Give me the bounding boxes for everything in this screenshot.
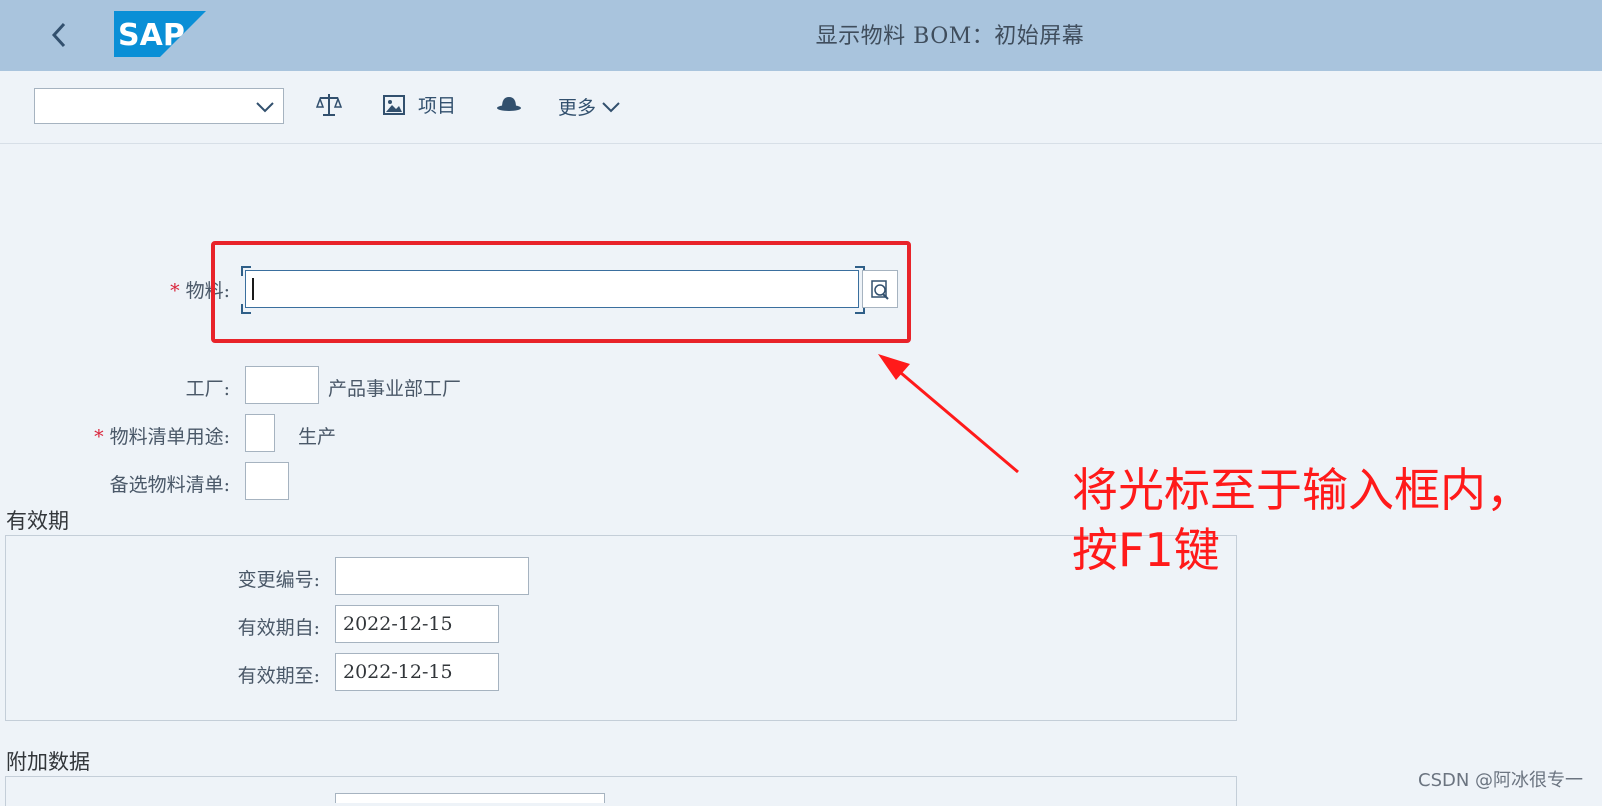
validity-group-title: 有效期 [6,509,69,533]
valid-from-value: 2022-12-15 [343,613,453,635]
annotation-line-2: 按F1键 [1072,523,1220,577]
balance-button[interactable] [316,91,342,119]
additional-input[interactable] [335,793,605,803]
toolbar: 项目 更多 [0,71,1602,144]
hat-button[interactable] [496,93,522,115]
bom-usage-label: * 物料清单用途: [94,426,230,448]
bom-usage-input[interactable] [245,414,275,452]
shell-bar: SAP 显示物料 BOM：初始屏幕 [0,0,1602,71]
chevron-down-icon [256,102,274,113]
required-marker: * [170,280,180,302]
plant-description: 产品事业部工厂 [328,378,462,400]
items-button-label: 项目 [418,95,457,117]
additional-group [5,776,1237,806]
more-button-label: 更多 [558,97,597,119]
variant-select[interactable] [34,88,284,124]
alt-bom-input[interactable] [245,462,289,500]
plant-input[interactable] [245,366,319,404]
chevron-left-icon [51,22,66,48]
balance-scale-icon [316,94,342,116]
change-number-label: 变更编号: [237,569,320,591]
chevron-down-icon [602,101,620,112]
valid-to-label: 有效期至: [237,665,320,687]
annotation-text: 将光标至于输入框内， 按F1键 [1072,460,1572,580]
required-marker: * [94,426,104,448]
valid-to-input[interactable]: 2022-12-15 [335,653,499,691]
valid-to-value: 2022-12-15 [343,661,453,683]
valid-from-input[interactable]: 2022-12-15 [335,605,499,643]
additional-group-title: 附加数据 [6,750,90,774]
annotation-line-1: 将光标至于输入框内， [1072,463,1532,517]
back-button[interactable] [42,17,78,53]
items-button[interactable]: 项目 [382,91,456,118]
bom-usage-description: 生产 [298,426,337,448]
plant-label: 工厂: [185,378,230,400]
image-icon [383,94,405,115]
hat-icon [497,97,521,111]
more-button[interactable]: 更多 [558,93,622,120]
sap-logo: SAP [114,11,206,61]
page-title: 显示物料 BOM：初始屏幕 [815,24,1085,49]
change-number-input[interactable] [335,557,529,595]
watermark: CSDN @阿冰很专一 [1418,770,1584,791]
annotation-arrow [878,354,1019,474]
annotation-highlight-box [211,241,911,343]
svg-text:SAP: SAP [118,18,185,53]
alt-bom-label: 备选物料清单: [109,474,230,496]
valid-from-label: 有效期自: [237,617,320,639]
